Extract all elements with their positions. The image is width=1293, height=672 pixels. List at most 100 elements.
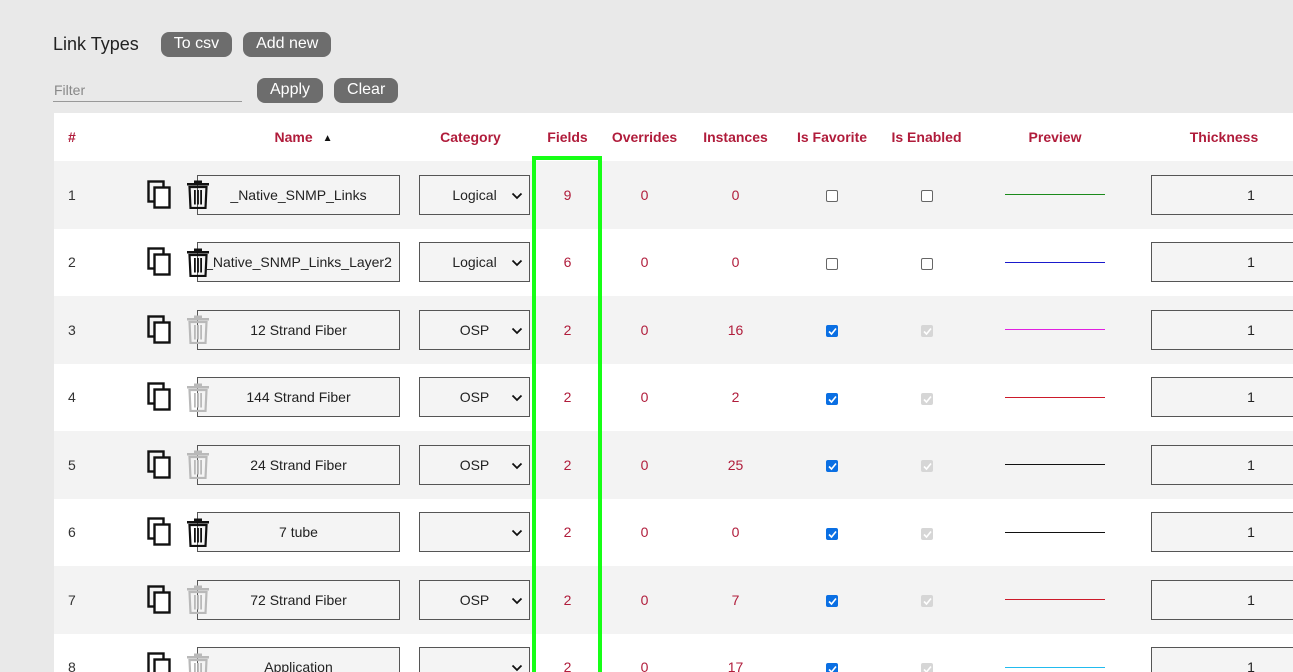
add-new-button[interactable]: Add new [243, 31, 332, 57]
apply-button[interactable]: Apply [257, 77, 324, 103]
instances-value: 0 [684, 228, 787, 296]
thickness-field[interactable]: 1 [1151, 309, 1293, 350]
name-field[interactable]: 12 Strand Fiber [197, 309, 400, 350]
thickness-field[interactable]: 1 [1151, 174, 1293, 215]
thickness-field[interactable]: 1 [1151, 647, 1293, 672]
enabled-cell [877, 296, 976, 364]
page-title: Link Types [53, 33, 139, 54]
category-select[interactable]: OSP [419, 444, 530, 485]
table-row: 3 12 Strand Fiber OSP 2 0 16 1 [54, 296, 1293, 364]
thickness-field[interactable]: 1 [1151, 444, 1293, 485]
table-header-row: # Name ▲ Category Fields Overrides Instan… [54, 113, 1293, 161]
category-select[interactable] [419, 647, 530, 672]
trash-icon[interactable] [186, 180, 210, 210]
fields-value: 9 [530, 161, 605, 229]
thickness-field[interactable]: 1 [1151, 377, 1293, 418]
name-field[interactable]: 72 Strand Fiber [197, 579, 400, 620]
enabled-cell [877, 228, 976, 296]
row-actions [94, 431, 209, 499]
row-number: 7 [54, 566, 94, 634]
enabled-checkbox [920, 527, 933, 540]
name-field[interactable]: _Native_SNMP_Links_Layer2 [197, 242, 400, 283]
favorite-checkbox[interactable] [826, 595, 838, 608]
row-number: 1 [54, 161, 94, 229]
link-types-table: # Name ▲ Category Fields Overrides Instan… [54, 113, 1293, 672]
column-header-overrides[interactable]: Overrides [605, 113, 684, 161]
thickness-field[interactable]: 1 [1151, 579, 1293, 620]
favorite-checkbox[interactable] [826, 527, 838, 540]
thickness-cell: 1 [1134, 363, 1293, 431]
chevron-down-icon [511, 189, 523, 205]
name-cell: 72 Strand Fiber [196, 566, 411, 634]
enabled-cell [877, 566, 976, 634]
copy-icon[interactable] [147, 450, 173, 480]
overrides-value: 0 [605, 296, 684, 364]
name-cell: _Native_SNMP_Links_Layer2 [196, 228, 411, 296]
favorite-checkbox[interactable] [826, 392, 838, 405]
preview-cell [976, 363, 1134, 431]
instances-value: 2 [684, 363, 787, 431]
enabled-checkbox[interactable] [920, 257, 933, 270]
column-header-is-favorite[interactable]: Is Favorite [787, 113, 877, 161]
category-select[interactable]: Logical [419, 174, 530, 215]
thickness-field[interactable]: 1 [1151, 512, 1293, 553]
preview-line [1005, 531, 1105, 533]
column-header-instances[interactable]: Instances [684, 113, 787, 161]
copy-icon[interactable] [147, 247, 173, 277]
fields-value: 2 [530, 498, 605, 566]
column-header-fields[interactable]: Fields [530, 113, 605, 161]
row-number: 2 [54, 228, 94, 296]
category-cell: OSP [411, 431, 530, 499]
thickness-field[interactable]: 1 [1151, 242, 1293, 283]
copy-icon[interactable] [147, 180, 173, 210]
favorite-checkbox[interactable] [826, 662, 838, 672]
copy-icon[interactable] [147, 315, 173, 345]
trash-icon [186, 383, 210, 412]
copy-icon[interactable] [147, 517, 173, 547]
category-select[interactable] [419, 512, 530, 553]
to-csv-button[interactable]: To csv [160, 31, 233, 57]
column-header-category[interactable]: Category [411, 113, 530, 161]
name-cell: 144 Strand Fiber [196, 363, 411, 431]
favorite-checkbox[interactable] [826, 460, 838, 473]
filter-input[interactable] [53, 78, 242, 102]
favorite-checkbox[interactable] [826, 257, 838, 270]
copy-icon[interactable] [147, 652, 173, 672]
enabled-checkbox [920, 460, 933, 473]
column-header-is-enabled[interactable]: Is Enabled [877, 113, 976, 161]
favorite-cell [787, 296, 877, 364]
favorite-cell [787, 566, 877, 634]
favorite-checkbox[interactable] [826, 190, 838, 203]
category-select[interactable]: OSP [419, 579, 530, 620]
thickness-cell: 1 [1134, 228, 1293, 296]
category-select[interactable]: OSP [419, 309, 530, 350]
chevron-down-icon [511, 459, 523, 475]
sort-ascending-icon: ▲ [322, 133, 333, 144]
name-field[interactable]: 7 tube [197, 512, 400, 553]
copy-icon[interactable] [147, 585, 173, 615]
column-header-thickness[interactable]: Thickness [1134, 113, 1293, 161]
name-field[interactable]: 24 Strand Fiber [197, 444, 400, 485]
chevron-down-icon [511, 661, 523, 672]
favorite-checkbox[interactable] [826, 325, 838, 338]
favorite-cell [787, 431, 877, 499]
copy-icon[interactable] [147, 382, 173, 412]
category-select[interactable]: Logical [419, 242, 530, 283]
trash-icon [186, 653, 210, 672]
fields-value: 6 [530, 228, 605, 296]
name-field[interactable]: 144 Strand Fiber [197, 377, 400, 418]
favorite-cell [787, 363, 877, 431]
overrides-value: 0 [605, 498, 684, 566]
category-select[interactable]: OSP [419, 377, 530, 418]
overrides-value: 0 [605, 431, 684, 499]
name-field[interactable]: _Native_SNMP_Links [197, 174, 400, 215]
clear-button[interactable]: Clear [334, 77, 399, 103]
row-actions [94, 498, 209, 566]
thickness-cell: 1 [1134, 296, 1293, 364]
preview-line [1005, 666, 1105, 668]
name-field[interactable]: Application [197, 647, 400, 672]
fields-value: 2 [530, 431, 605, 499]
column-header-name[interactable]: Name ▲ [196, 113, 411, 161]
enabled-checkbox[interactable] [920, 190, 933, 203]
trash-icon[interactable] [186, 518, 210, 547]
